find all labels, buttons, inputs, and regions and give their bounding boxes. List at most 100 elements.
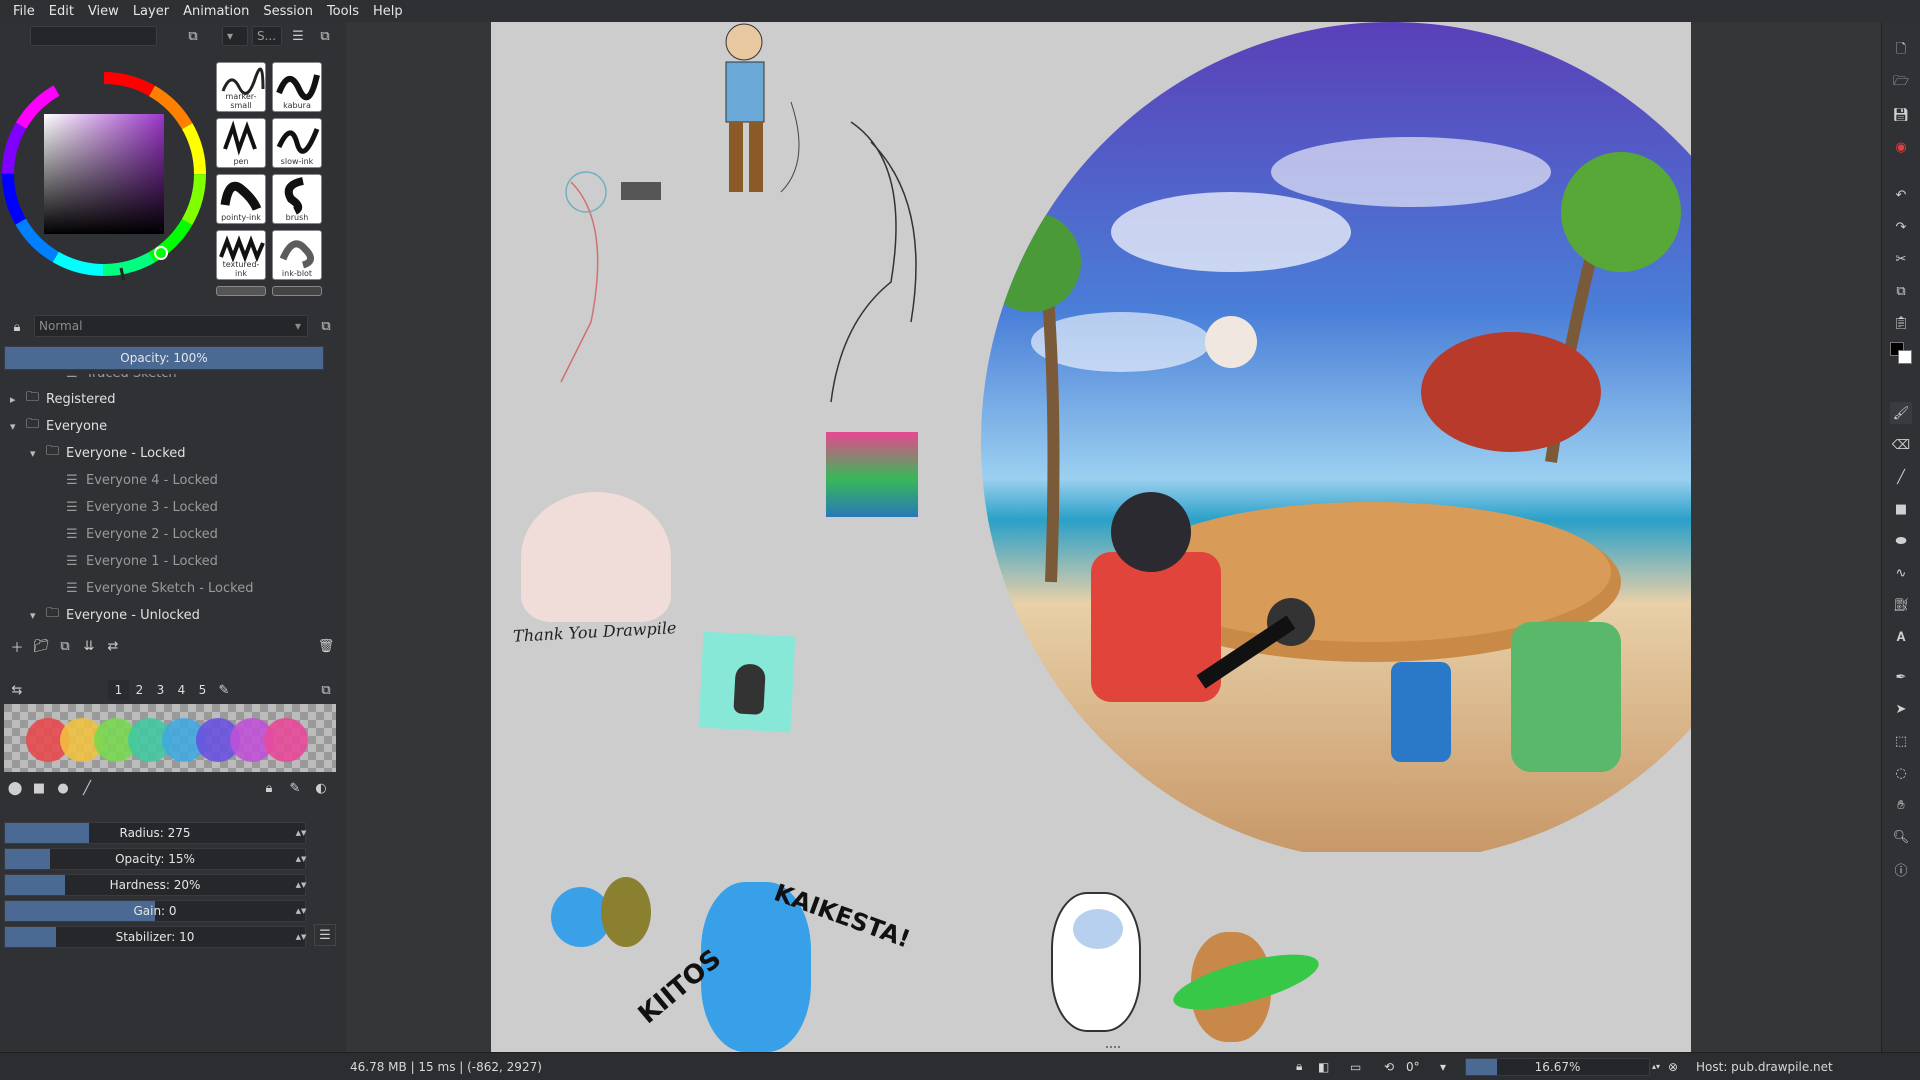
duplicate-layer-icon[interactable]: ⧉ bbox=[54, 635, 76, 657]
zoom-tool-icon[interactable]: 🔍︎ bbox=[1890, 826, 1912, 848]
expand-arrow-icon[interactable]: ▾ bbox=[10, 420, 16, 433]
save-icon[interactable]: 💾︎ bbox=[1890, 104, 1912, 126]
add-group-icon[interactable]: 📁︎ bbox=[30, 635, 52, 657]
rotation-value[interactable]: 0° bbox=[1406, 1060, 1420, 1074]
color-pick-mode-icon[interactable]: ✎ bbox=[284, 777, 306, 799]
brush-settings-menu-icon[interactable]: ☰ bbox=[314, 924, 336, 946]
color-wheel[interactable] bbox=[0, 70, 210, 280]
brush-slot-tab[interactable]: 4 bbox=[171, 680, 192, 700]
layer-lock-icon[interactable]: 🔒︎ bbox=[6, 316, 28, 338]
square-brush-icon[interactable]: ■ bbox=[28, 777, 50, 799]
paste-icon[interactable]: 📋︎ bbox=[1890, 312, 1912, 334]
layer-opacity-slider[interactable]: Opacity: 100% bbox=[4, 346, 324, 370]
brush-slot-tab[interactable]: 2 bbox=[129, 680, 150, 700]
brush-setting-slider[interactable]: Radius: 275 bbox=[4, 822, 306, 844]
copy-icon[interactable]: ⧉ bbox=[1890, 280, 1912, 302]
layer-row[interactable]: ☰ Everyone 1 - Locked bbox=[0, 548, 340, 574]
lock-alpha-icon[interactable]: 🔒︎ bbox=[258, 777, 280, 799]
menu-layer[interactable]: Layer bbox=[126, 4, 176, 19]
menu-view[interactable]: View bbox=[81, 4, 126, 19]
color-dock-float-icon[interactable]: ⧉ bbox=[182, 25, 204, 47]
brush-setting-slider[interactable]: Opacity: 15% bbox=[4, 848, 306, 870]
brush-preset-pointy-ink[interactable]: pointy-ink bbox=[216, 174, 266, 224]
layer-row[interactable]: ☰ Everyone 3 - Locked bbox=[0, 494, 340, 520]
round-brush-icon[interactable]: ⬤ bbox=[4, 777, 26, 799]
collapse-arrow-icon[interactable]: ▸ bbox=[10, 393, 16, 406]
line-tool-icon[interactable]: ╱ bbox=[1890, 466, 1912, 488]
canvas-resize-grip[interactable] bbox=[1106, 1046, 1120, 1050]
inspector-tool-icon[interactable]: ⓘ bbox=[1890, 858, 1912, 880]
pan-tool-icon[interactable]: ✋︎ bbox=[1890, 794, 1912, 816]
eraser-slot-icon[interactable]: ✎ bbox=[213, 679, 235, 701]
brush-filter-dropdown[interactable]: ▾ bbox=[222, 26, 248, 46]
delete-layer-icon[interactable]: 🗑︎ bbox=[315, 635, 337, 657]
zoom-slider[interactable]: 16.67% bbox=[1465, 1058, 1650, 1076]
eraser-tool-icon[interactable]: ⌫ bbox=[1890, 434, 1912, 456]
layer-row[interactable]: ☰ Everyone Sketch - Locked bbox=[0, 575, 340, 601]
record-icon[interactable]: ◉ bbox=[1890, 136, 1912, 158]
brush-dock-float-icon-2[interactable]: ⧉ bbox=[315, 679, 337, 701]
fill-tool-icon[interactable]: ⛽︎ bbox=[1890, 594, 1912, 616]
brush-slot-tab[interactable]: 5 bbox=[192, 680, 213, 700]
brush-preset-partial-row[interactable] bbox=[216, 286, 266, 296]
brush-preset-ink-blot[interactable]: ink-blot bbox=[272, 230, 322, 280]
layer-row[interactable]: ☰ Everyone 2 - Locked bbox=[0, 521, 340, 547]
layer-row[interactable]: ☰ Everyone 4 - Locked bbox=[0, 467, 340, 493]
brush-preset-brush[interactable]: brush bbox=[272, 174, 322, 224]
brush-setting-slider[interactable]: Gain: 0 bbox=[4, 900, 306, 922]
canvas[interactable]: Thank You Drawpile KIITOS KAIKESTA! bbox=[491, 22, 1691, 1052]
new-document-icon[interactable]: 🗋 bbox=[1890, 40, 1912, 62]
layer-row[interactable]: ▸ 🗀︎ Registered bbox=[0, 386, 340, 412]
brush-preset-partial-row-2[interactable] bbox=[272, 286, 322, 296]
spin-arrows-icon[interactable]: ▲▼ bbox=[294, 822, 308, 844]
erase-mode-icon[interactable]: ◐ bbox=[310, 777, 332, 799]
bezier-tool-icon[interactable]: ∿ bbox=[1890, 562, 1912, 584]
brush-preset-kabura[interactable]: kabura bbox=[272, 62, 322, 112]
lasso-select-tool-icon[interactable]: ◌ bbox=[1890, 762, 1912, 784]
layers-dock-float-icon[interactable]: ⧉ bbox=[315, 315, 337, 337]
menu-help[interactable]: Help bbox=[366, 4, 410, 19]
menu-tools[interactable]: Tools bbox=[320, 4, 366, 19]
flip-icon[interactable]: ▭ bbox=[1350, 1060, 1361, 1074]
soft-brush-icon[interactable]: ● bbox=[52, 777, 74, 799]
view-mode-icon[interactable]: ◧ bbox=[1318, 1060, 1329, 1074]
redo-icon[interactable]: ↷ bbox=[1890, 216, 1912, 238]
brush-setting-slider[interactable]: Stabilizer: 10 bbox=[4, 926, 306, 948]
layer-row[interactable]: ☰ Traced Sketch bbox=[0, 374, 340, 386]
layer-row[interactable]: ▾ 🗀︎ Everyone - Unlocked bbox=[0, 602, 340, 624]
open-document-icon[interactable]: 🗁 bbox=[1890, 72, 1912, 94]
rotation-dropdown-icon[interactable]: ▾ bbox=[1440, 1060, 1446, 1074]
brush-settings-toggle-icon[interactable]: ⇆ bbox=[6, 679, 28, 701]
pen-mode-icon[interactable]: ╱ bbox=[76, 777, 98, 799]
rotation-icon[interactable]: ⟲ bbox=[1384, 1060, 1394, 1074]
brush-search-input[interactable]: S... bbox=[252, 26, 282, 46]
background-color-swatch[interactable] bbox=[1898, 350, 1912, 364]
brush-menu-icon[interactable]: ☰ bbox=[287, 25, 309, 47]
rectangle-select-tool-icon[interactable]: ⬚ bbox=[1890, 730, 1912, 752]
color-picker-tool-icon[interactable]: ✒ bbox=[1890, 666, 1912, 688]
spin-arrows-icon[interactable]: ▲▼ bbox=[294, 900, 308, 922]
menu-edit[interactable]: Edit bbox=[42, 4, 81, 19]
canvas-viewport[interactable]: Thank You Drawpile KIITOS KAIKESTA! bbox=[346, 22, 1881, 1052]
brush-preset-slow-ink[interactable]: slow-ink bbox=[272, 118, 322, 168]
brush-setting-slider[interactable]: Hardness: 20% bbox=[4, 874, 306, 896]
freehand-tool-icon[interactable]: 🖌︎ bbox=[1890, 402, 1912, 424]
brush-dock-float-icon[interactable]: ⧉ bbox=[314, 25, 336, 47]
add-layer-icon[interactable]: ＋ bbox=[6, 635, 28, 657]
brush-preset-pen[interactable]: pen bbox=[216, 118, 266, 168]
menu-animation[interactable]: Animation bbox=[176, 4, 256, 19]
expand-arrow-icon[interactable]: ▾ bbox=[30, 447, 36, 460]
laser-pointer-tool-icon[interactable]: ➤ bbox=[1890, 698, 1912, 720]
rectangle-tool-icon[interactable]: ■ bbox=[1890, 498, 1912, 520]
color-hex-field[interactable] bbox=[30, 26, 157, 46]
annotation-tool-icon[interactable]: 𝐀 bbox=[1890, 626, 1912, 648]
brush-preset-marker-small[interactable]: marker-small bbox=[216, 62, 266, 112]
menu-session[interactable]: Session bbox=[256, 4, 320, 19]
layer-row[interactable]: ▾ 🗀︎ Everyone - Locked bbox=[0, 440, 340, 466]
layer-row[interactable]: ▾ 🗀︎ Everyone bbox=[0, 413, 340, 439]
brush-slot-tab[interactable]: 1 bbox=[108, 680, 129, 700]
ellipse-tool-icon[interactable]: ⬬ bbox=[1890, 530, 1912, 552]
color-swatches[interactable] bbox=[1890, 342, 1914, 366]
spin-arrows-icon[interactable]: ▲▼ bbox=[294, 874, 308, 896]
brush-slot-tab[interactable]: 3 bbox=[150, 680, 171, 700]
